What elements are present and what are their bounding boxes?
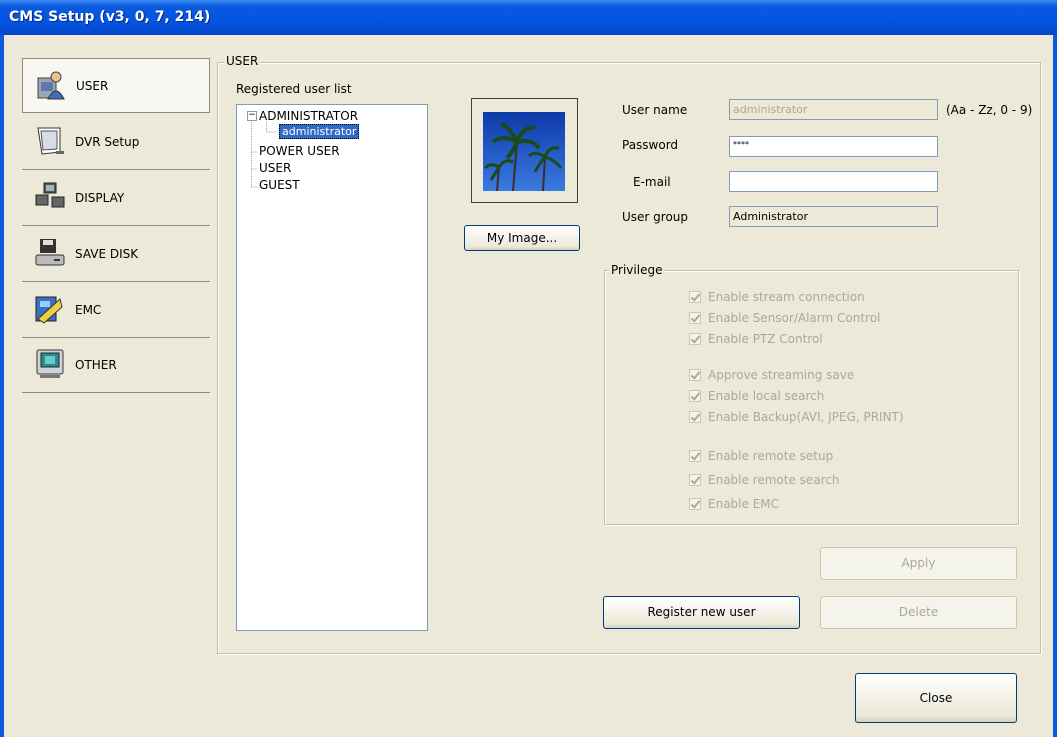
window-frame-right [1053,35,1057,737]
nav-display-label: DISPLAY [75,191,125,205]
checkbox-checked-icon[interactable] [689,450,701,462]
user-image-palm-trees [483,112,565,191]
tree-item-guest[interactable]: GUEST [259,178,300,192]
privilege-label: Approve streaming save [708,368,855,382]
privilege-label: Enable stream connection [708,290,865,304]
privilege-label: Enable remote setup [708,449,834,463]
user-name-label: User name [622,103,688,117]
tree-item-administrator-group[interactable]: ADMINISTRATOR [259,109,358,123]
register-new-user-button[interactable]: Register new user [603,596,800,629]
close-button[interactable]: Close [855,673,1017,723]
email-field[interactable] [729,171,938,192]
privilege-label: Enable EMC [708,497,780,511]
registered-user-list-label: Registered user list [236,82,352,96]
window-frame-left [0,35,4,737]
checkbox-checked-icon[interactable] [689,333,701,345]
nav-save-disk-label: SAVE DISK [75,247,139,261]
nav-emc[interactable]: EMC [22,283,210,338]
user-name-field[interactable]: administrator [729,99,938,120]
checkbox-checked-icon[interactable] [689,369,701,381]
password-label: Password [622,138,679,152]
save-disk-icon [35,239,65,266]
user-image-frame [471,98,578,203]
password-field[interactable]: **** [729,136,938,157]
user-group-title: USER [224,54,261,68]
settings-nav: USER DVR Setup DISPLAY SAVE DISK EMC OTH… [22,58,210,393]
checkbox-checked-icon[interactable] [689,498,701,510]
nav-other-label: OTHER [75,358,117,372]
nav-user-label: USER [76,79,109,93]
privilege-title: Privilege [609,263,665,277]
privilege-label: Enable remote search [708,473,840,487]
email-label: E-mail [633,175,671,189]
checkbox-checked-icon[interactable] [689,390,701,402]
dvr-setup-icon [37,127,64,155]
checkbox-checked-icon[interactable] [689,474,701,486]
checkbox-checked-icon[interactable] [689,312,701,324]
collapse-administrator-icon[interactable]: − [247,111,257,121]
registered-user-tree[interactable]: − ADMINISTRATOR administrator POWER USER… [236,104,428,631]
user-name-hint: (Aa - Zz, 0 - 9) [946,103,1033,117]
user-group-field: Administrator [729,206,938,227]
tree-item-user[interactable]: USER [259,161,291,175]
nav-dvr-setup-label: DVR Setup [75,135,140,149]
privilege-label: Enable Sensor/Alarm Control [708,311,881,325]
other-icon [36,349,64,378]
display-icon [35,182,65,208]
nav-emc-label: EMC [75,303,102,317]
nav-display[interactable]: DISPLAY [22,171,210,226]
cms-setup-window: CMS Setup (v3, 0, 7, 214) USER DVR Setup [0,0,1057,737]
emc-icon [35,296,63,324]
nav-save-disk[interactable]: SAVE DISK [22,227,210,282]
checkbox-checked-icon[interactable] [689,411,701,423]
my-image-button[interactable]: My Image... [464,225,580,251]
title-bar[interactable]: CMS Setup (v3, 0, 7, 214) [0,0,1057,35]
privilege-label: Enable local search [708,389,825,403]
tree-item-administrator-user[interactable]: administrator [279,124,360,139]
privilege-label: Enable Backup(AVI, JPEG, PRINT) [708,410,904,424]
apply-button[interactable]: Apply [820,547,1017,580]
privilege-label: Enable PTZ Control [708,332,823,346]
delete-button[interactable]: Delete [820,596,1017,629]
tree-item-power-user[interactable]: POWER USER [259,144,340,158]
nav-other[interactable]: OTHER [22,338,210,393]
checkbox-checked-icon[interactable] [689,291,701,303]
nav-user[interactable]: USER [22,58,210,113]
window-title: CMS Setup (v3, 0, 7, 214) [9,9,211,25]
user-settings-icon [37,71,65,100]
user-group-label: User group [622,210,689,224]
nav-dvr-setup[interactable]: DVR Setup [22,115,210,170]
